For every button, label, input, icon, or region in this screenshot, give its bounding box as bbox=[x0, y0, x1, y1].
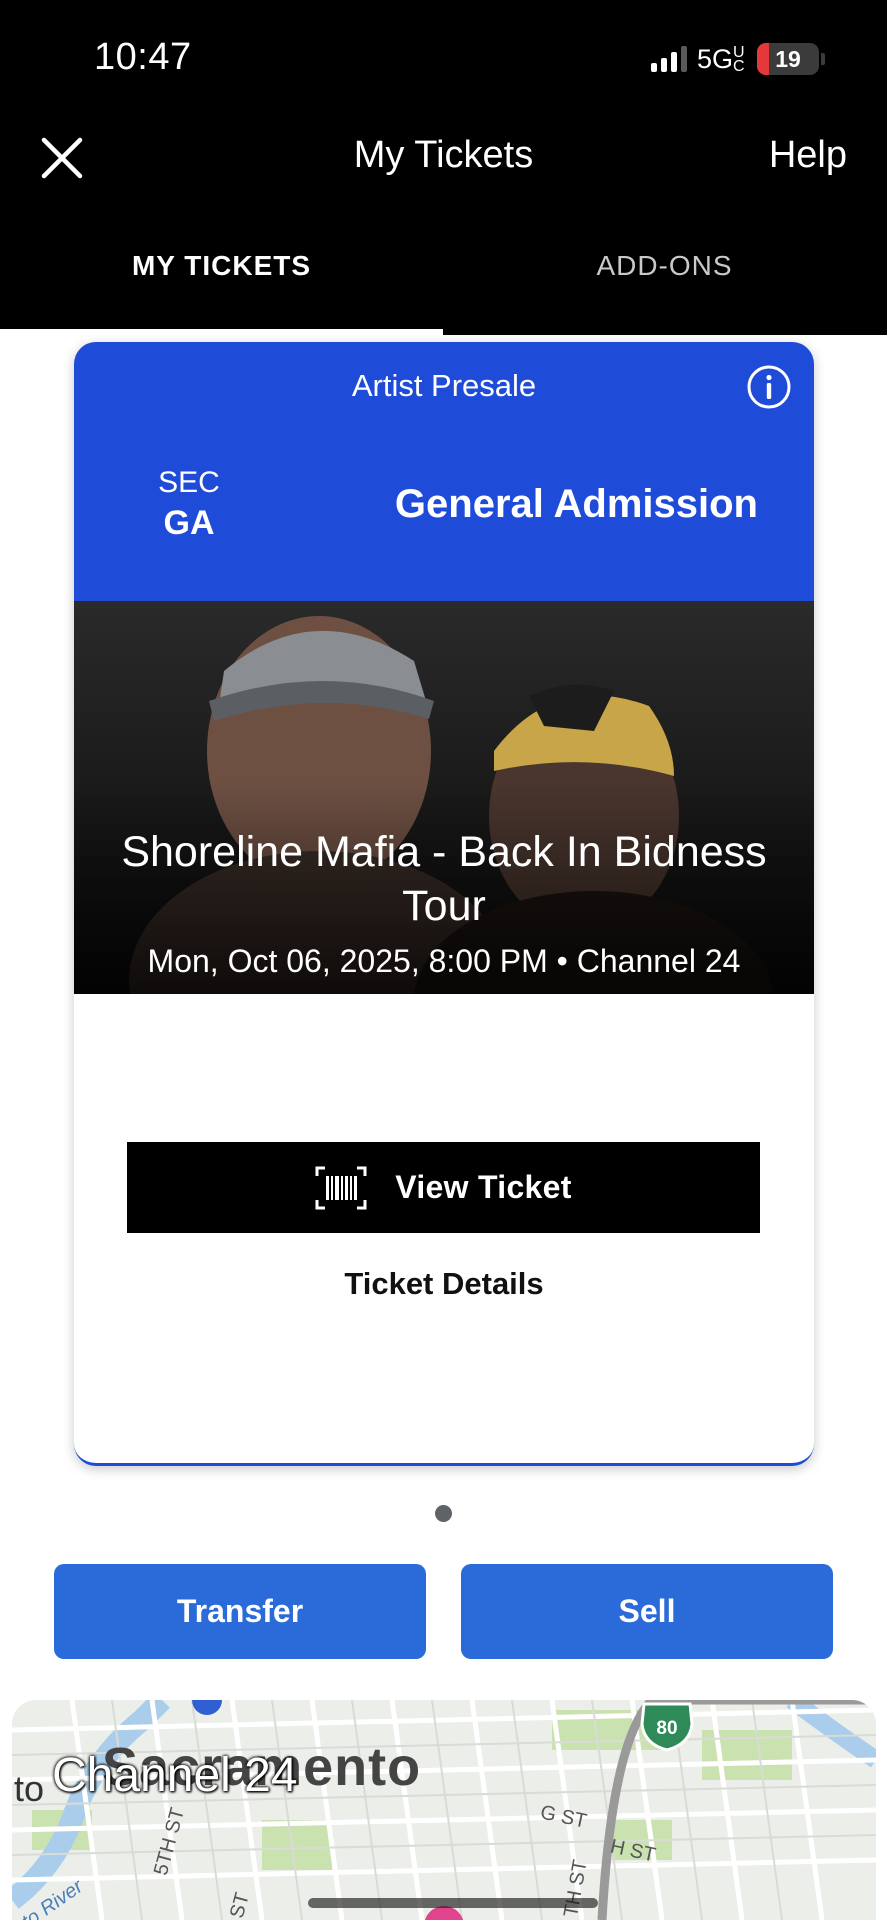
artist-photo bbox=[74, 616, 814, 994]
signal-icon bbox=[650, 46, 687, 72]
event-artwork: Shoreline Mafia - Back In Bidness Tour M… bbox=[74, 601, 814, 994]
section-value: GA bbox=[163, 504, 215, 542]
home-indicator[interactable] bbox=[308, 1898, 598, 1908]
map-tiles: 80 bbox=[12, 1700, 876, 1920]
battery-fill bbox=[757, 43, 769, 75]
info-button[interactable] bbox=[746, 364, 792, 410]
event-name: Shoreline Mafia - Back In Bidness Tour bbox=[121, 828, 767, 930]
tab-add-ons[interactable]: ADD-ONS bbox=[443, 250, 886, 282]
info-icon bbox=[747, 365, 791, 409]
barcode-icon bbox=[315, 1166, 367, 1209]
view-ticket-button[interactable]: View Ticket bbox=[127, 1142, 760, 1233]
app-header: 10:47 5GUC 19 My Tickets Help MY TICKETS… bbox=[0, 0, 887, 335]
map-river-prefix: to bbox=[14, 1768, 45, 1809]
highway-shield-number: 80 bbox=[656, 1718, 677, 1739]
tab-my-tickets[interactable]: MY TICKETS bbox=[0, 250, 443, 282]
ticket-card[interactable]: Artist Presale SEC GA General Admission bbox=[74, 342, 814, 1466]
help-link[interactable]: Help bbox=[769, 134, 847, 177]
battery-icon: 19 bbox=[757, 43, 819, 75]
status-time: 10:47 bbox=[94, 36, 192, 78]
admission-type: General Admission bbox=[394, 482, 758, 526]
venue-map[interactable]: 80 Sacramento to Channel 24 5TH ST G ST … bbox=[12, 1700, 876, 1920]
status-indicators: 5GUC 19 bbox=[650, 42, 825, 76]
ticket-details-link[interactable]: Ticket Details bbox=[74, 1266, 814, 1302]
page-title: My Tickets bbox=[353, 134, 534, 176]
network-suffix: UC bbox=[733, 44, 745, 76]
presale-label: Artist Presale bbox=[351, 368, 537, 403]
network-type: 5GUC bbox=[697, 44, 747, 75]
map-venue-label: Channel 24 bbox=[52, 1749, 298, 1802]
event-date-venue: Mon, Oct 06, 2025, 8:00 PM • Channel 24 bbox=[147, 943, 741, 979]
battery-tip bbox=[821, 53, 825, 65]
ticket-header: Artist Presale SEC GA General Admission bbox=[74, 342, 814, 601]
sell-button[interactable]: Sell bbox=[461, 1564, 833, 1659]
pagination-dot bbox=[435, 1505, 452, 1522]
view-ticket-label: View Ticket bbox=[395, 1169, 572, 1205]
active-tab-indicator bbox=[0, 329, 443, 335]
transfer-button[interactable]: Transfer bbox=[54, 1564, 426, 1659]
section-label: SEC bbox=[158, 466, 220, 499]
battery-level: 19 bbox=[775, 45, 801, 72]
